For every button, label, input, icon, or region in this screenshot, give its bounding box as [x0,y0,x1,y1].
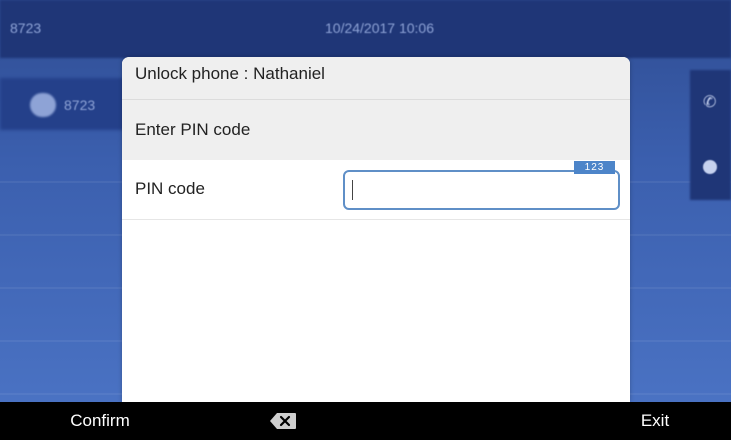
softkey-bar: Confirm Exit [0,402,731,440]
unlock-phone-dialog: Unlock phone : Nathaniel Enter PIN code … [122,57,630,402]
add-call-icon: ✆ [703,94,717,111]
phone-screen: 8723 10/24/2017 10:06 8723 ✆ Unlock phon… [0,0,731,440]
handset-icon [30,93,56,117]
status-line-number: 8723 [10,20,42,36]
exit-softkey[interactable]: Exit [625,402,685,440]
pin-code-row: PIN code 123 [122,160,630,220]
line-button-label: 8723 [64,97,96,113]
status-dot-icon [703,160,717,174]
pin-code-label: PIN code [135,179,205,198]
text-caret [352,180,353,200]
backspace-icon[interactable] [269,412,297,430]
dialog-title: Unlock phone : Nathaniel [122,57,630,100]
input-mode-badge: 123 [574,161,615,174]
line-button [0,78,125,130]
pin-code-input[interactable] [343,170,620,210]
confirm-softkey[interactable]: Confirm [50,402,150,440]
dialog-section-header: Enter PIN code [122,100,630,160]
status-datetime: 10/24/2017 10:06 [325,20,434,36]
side-panel [690,70,731,200]
